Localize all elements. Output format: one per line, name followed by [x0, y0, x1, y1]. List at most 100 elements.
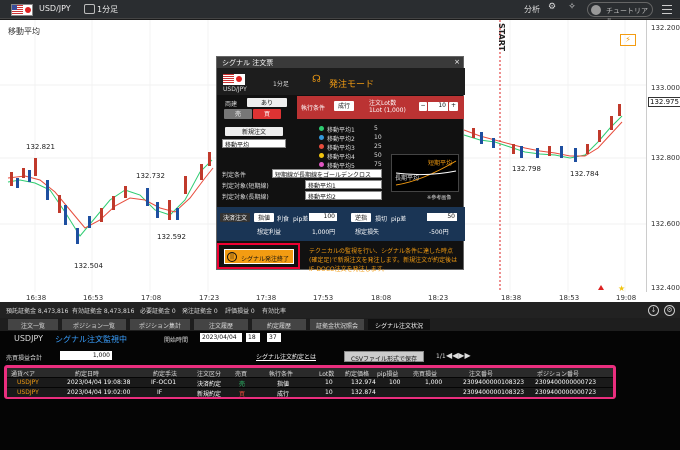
timeframe-icon[interactable]	[84, 4, 95, 14]
timeframe-label[interactable]: 1分足	[97, 4, 118, 15]
effective-ratio: 有効比率	[262, 308, 287, 315]
top-bar: USD/JPY 1分足 分析 ⚙ ✧ チュートリアル	[0, 0, 680, 25]
cell: 132.974	[351, 379, 376, 386]
settings-icon[interactable]: ⚙	[664, 305, 675, 316]
csv-save-button[interactable]: CSVファイル形式で保存	[344, 351, 424, 363]
y-tick: 133.000	[651, 84, 680, 92]
end-signal-highlight: || シグナル発注終了	[217, 243, 300, 269]
down-arrow-icon[interactable]: ↓	[648, 305, 659, 316]
pl-total: 1,000	[60, 351, 112, 360]
judge-long-label: 判定対象(長期線)	[222, 194, 269, 201]
ma-value: 5	[374, 125, 378, 132]
golden-cross-illustration: 短期平均 長期平均	[391, 154, 459, 192]
expected-loss-label: 想定損失	[355, 229, 380, 236]
table-row[interactable]: USDJPY 2023/04/04 19:02:00 IF 新規約定 買 成行 …	[7, 388, 613, 398]
expected-profit: 1,000円	[312, 229, 336, 236]
tab-order-history[interactable]: 注文履歴	[194, 319, 248, 330]
cell: 132.874	[351, 389, 376, 396]
cell: IF	[157, 389, 163, 396]
indicator-select[interactable]: 移動平均	[222, 139, 286, 149]
panel-pair: USDJPY	[14, 334, 43, 343]
limit-button[interactable]: 指値	[254, 213, 274, 222]
signal-status-panel: USDJPY シグナル注文監視中 開始時間 2023/04/04 18 37 売…	[0, 331, 680, 450]
cell: 10	[325, 379, 333, 386]
pips-label: pip差	[293, 216, 309, 223]
cell: 買	[239, 391, 246, 398]
loss-pips-input[interactable]: 50	[427, 213, 457, 221]
cell: 2309400000108323	[463, 389, 525, 396]
dialog-pair[interactable]: USD/JPY	[223, 86, 247, 93]
pair-label[interactable]: USD/JPY	[39, 4, 71, 13]
ma-value: 10	[374, 134, 382, 141]
x-tick: 18:38	[501, 294, 522, 302]
y-tick: 132.600	[651, 220, 680, 228]
lot-minus-button[interactable]: −	[419, 102, 427, 111]
table-row[interactable]: USDJPY 2023/04/04 19:08:38 IF-OCO1 決済約定 …	[7, 378, 613, 388]
hedge-toggle[interactable]: あり	[247, 98, 287, 107]
tab-margin-status[interactable]: 証拠金状況照会	[310, 319, 364, 330]
chart-annotation: 132.798	[512, 165, 541, 173]
dialog-header-row: USD/JPY 1分足 ☊ 発注モード	[217, 68, 465, 95]
pager-arrows-icon[interactable]: ◀◀▶▶	[446, 351, 471, 360]
col-header: 注文番号	[469, 371, 494, 378]
judge-long-select[interactable]: 移動平均2	[305, 191, 382, 201]
buy-button[interactable]: 買	[253, 109, 281, 119]
tab-execution-history[interactable]: 約定履歴	[252, 319, 306, 330]
judge-cond-select[interactable]: 短期線が長期線をゴールデンクロス	[272, 169, 382, 179]
cell: USDJPY	[17, 379, 39, 386]
sell-button[interactable]: 売	[224, 109, 252, 119]
profit-pips-input[interactable]: 100	[309, 213, 337, 221]
new-order-tab[interactable]: 新規注文	[225, 127, 283, 136]
minute-field[interactable]: 37	[267, 333, 281, 342]
ma-name: 移動平均3	[327, 145, 355, 152]
currency-flag-icon[interactable]	[11, 4, 33, 16]
settle-label: 決済注文	[220, 213, 250, 222]
satellite-icon[interactable]: ✧	[564, 2, 580, 16]
execution-bar: 執行条件 成行 注文Lot数 1Lot (1,000) − 10 +	[297, 96, 464, 119]
lot-plus-button[interactable]: +	[449, 102, 458, 111]
end-signal-button[interactable]: || シグナル発注終了	[224, 249, 294, 264]
tab-position-list[interactable]: ポジション一覧	[62, 319, 126, 330]
expected-loss: -500円	[429, 229, 449, 236]
y-tick: 132.400	[651, 284, 680, 292]
x-tick: 19:08	[616, 294, 637, 302]
lot-sub: 1Lot (1,000)	[369, 107, 406, 114]
settlement-section: 決済注文 指値 利食 pip差 100 想定利益 1,000円 逆指 損切 pi…	[217, 207, 465, 241]
col-header: 売買	[235, 371, 248, 378]
cell: 決済約定	[197, 381, 222, 388]
x-tick: 17:08	[141, 294, 162, 302]
chart-annotation: 132.504	[74, 262, 103, 270]
stop-button[interactable]: 逆指	[351, 213, 371, 222]
tab-position-summary[interactable]: ポジション集計	[130, 319, 190, 330]
market-button[interactable]: 成行	[334, 101, 354, 111]
lot-input[interactable]: 10	[428, 102, 448, 111]
col-header: 執行条件	[269, 371, 294, 378]
menu-icon[interactable]	[662, 5, 672, 14]
signal-icon[interactable]: ⚡	[620, 34, 636, 46]
cell: 指値	[277, 381, 290, 388]
hour-field[interactable]: 18	[246, 333, 260, 342]
ma-dot	[319, 162, 324, 167]
ma-value: 25	[374, 143, 382, 150]
loss-label: 損切	[375, 216, 388, 223]
date-field[interactable]: 2023/04/04	[200, 333, 242, 342]
analysis-button[interactable]: 分析	[524, 4, 540, 15]
x-tick: 18:08	[371, 294, 392, 302]
x-tick: 16:53	[83, 294, 104, 302]
col-header: 注文区分	[197, 371, 222, 378]
tutorial-button[interactable]: チュートリアル	[587, 2, 653, 25]
svg-text:★: ★	[618, 284, 625, 293]
x-tick: 18:23	[428, 294, 449, 302]
ma-dot	[319, 144, 324, 149]
dialog-timeframe[interactable]: 1分足	[273, 79, 289, 88]
effective-margin: 有効証拠金 8,473,816	[72, 308, 135, 315]
signal-exec-link[interactable]: シグナル注文約定とは	[256, 352, 316, 361]
x-tick: 17:23	[199, 294, 220, 302]
unrealized-pl: 評価損益 0	[225, 308, 255, 315]
judge-short-select[interactable]: 移動平均1	[305, 180, 382, 190]
chart-annotation: 132.592	[157, 233, 186, 241]
tab-order-list[interactable]: 注文一覧	[8, 319, 58, 330]
gear-icon[interactable]: ⚙	[544, 2, 560, 16]
tab-signal-status[interactable]: シグナル注文状況	[368, 319, 430, 330]
col-header: Lot数	[319, 371, 335, 378]
